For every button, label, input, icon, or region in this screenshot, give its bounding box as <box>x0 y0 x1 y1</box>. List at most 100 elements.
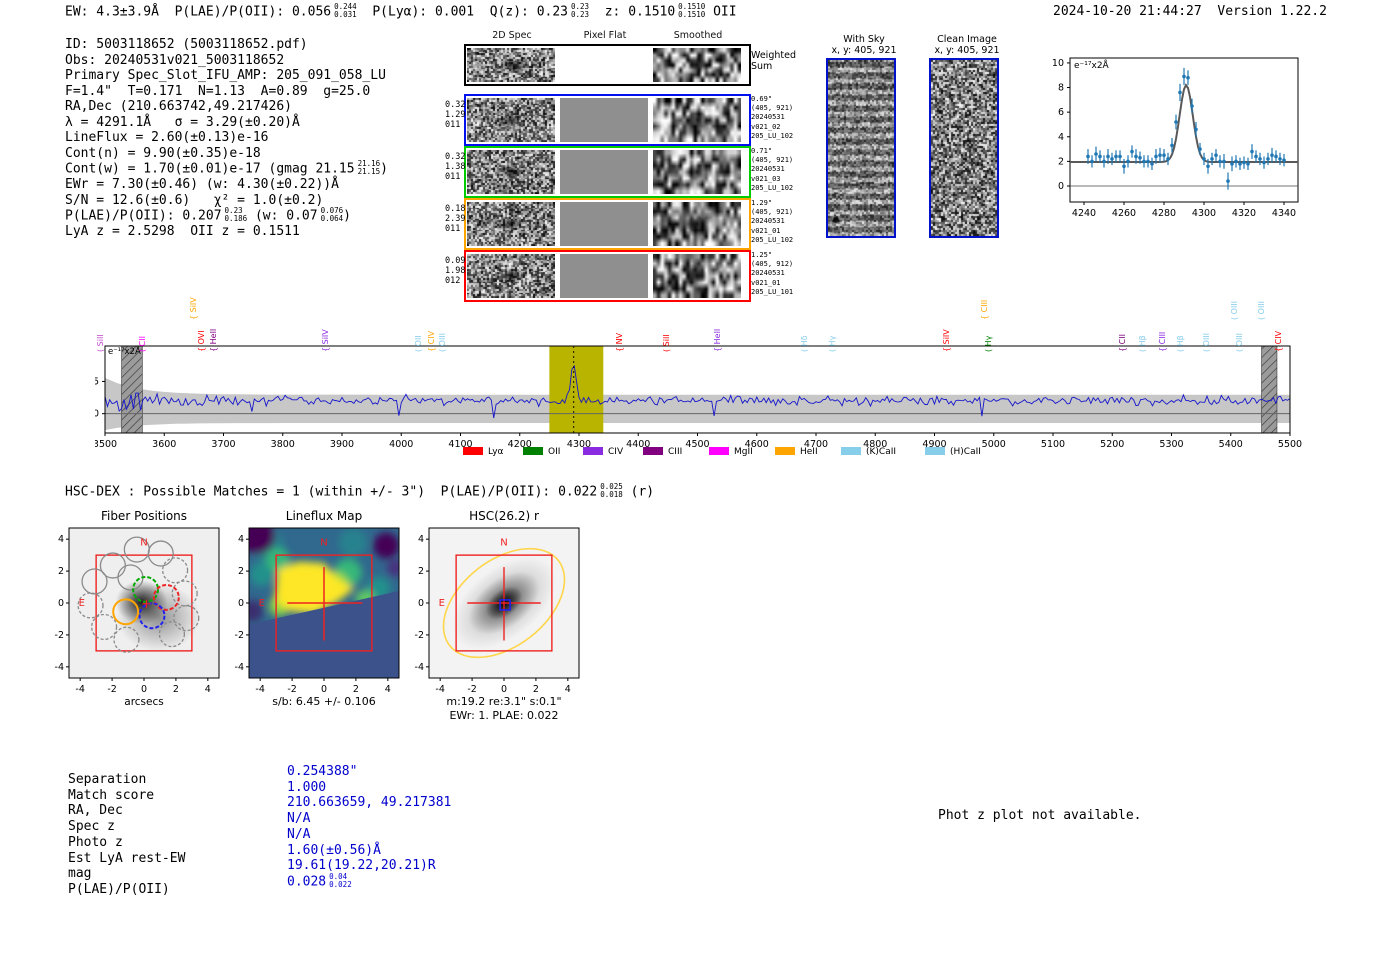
data-point <box>1182 74 1186 79</box>
emission-line-label: { SiIV <box>942 329 952 352</box>
legend-label: OII <box>548 447 560 457</box>
data-point <box>1234 159 1238 164</box>
data-point <box>1170 143 1174 148</box>
info-line-text: λ = 4291.1Å σ = 3.29(±0.20)Å <box>65 114 300 130</box>
y-tick-label: 4 <box>418 534 424 545</box>
match-table-label: Photo z <box>68 834 123 850</box>
fiber-weights: 0.32 1.38 011 <box>445 152 466 182</box>
info-line-text: (w: 0.07 <box>247 208 318 224</box>
y-tick-label: 10 <box>1052 58 1064 69</box>
x-tick-label: -2 <box>467 684 476 695</box>
data-point <box>1266 157 1270 161</box>
data-point <box>1086 154 1090 159</box>
fiber-weights: 0.32 1.29 011 <box>445 100 466 130</box>
y-tick-label: 4 <box>58 534 64 545</box>
y-tick-label: -4 <box>55 662 64 673</box>
data-point <box>1206 164 1210 169</box>
info-line-text: Cont(n) = 9.90(±0.35)e-18 <box>65 145 261 161</box>
match-table-label: Match score <box>68 787 155 803</box>
lineflux-caption: s/b: 6.45 +/- 0.106 <box>272 695 376 708</box>
x-tick-label: 0 <box>141 684 147 695</box>
legend-label: (H)CaII <box>950 447 981 457</box>
data-point <box>1166 157 1170 161</box>
clean-image-coords: x, y: 405, 921 <box>934 45 1000 56</box>
super-subscript-value: 21.16 21.15 <box>358 160 381 176</box>
error-band <box>105 377 1290 431</box>
y-tick-label: 2 <box>58 566 64 577</box>
data-point <box>1102 159 1106 164</box>
x-tick-label: 4000 <box>389 439 413 450</box>
viridis-patch <box>373 532 399 559</box>
emission-line-label: { CIII <box>980 299 990 320</box>
with-sky-coords: x, y: 405, 921 <box>831 45 897 56</box>
emission-line-label: ( Hδ <box>800 335 810 352</box>
legend-label: HeII <box>800 447 818 457</box>
emission-line-label: ( Hγ <box>827 335 837 352</box>
lineflux-map-svg: Lineflux Map -4 -4 -2 -2 0 0 2 2 4 4 N Es/b: 6.45 +/… <box>235 509 400 708</box>
masked-region <box>1261 345 1278 434</box>
legend-swatch <box>925 447 945 455</box>
data-point <box>1254 154 1258 159</box>
data-point <box>1126 159 1130 164</box>
y-tick-label: 0 <box>95 409 99 420</box>
emission-line-label: ( CII <box>138 336 148 352</box>
data-point <box>1178 90 1182 95</box>
info-line-text: S/N = 12.6(±0.6) χ² = 1.0(±0.2) <box>65 192 324 208</box>
match-table-value-text: 1.60(±0.56)Å <box>287 842 381 858</box>
legend-label: Lyα <box>488 447 504 457</box>
match-table-label: Est LyA rest-EW <box>68 850 186 866</box>
info-line-text: Primary Spec_Slot_IFU_AMP: 205_091_058_L… <box>65 68 386 83</box>
version-label: Version 1.22.2 <box>1217 4 1327 19</box>
y-tick-label: 0 <box>58 598 64 609</box>
y-tick-label: -2 <box>235 630 244 641</box>
x-tick-label: 5400 <box>1219 439 1243 450</box>
fiber-weights: 0.18 2.39 011 <box>445 204 466 234</box>
x-tick-label: 3500 <box>95 439 117 450</box>
match-table-value: 210.663659, 49.217381 <box>287 795 451 811</box>
legend-swatch <box>841 447 861 455</box>
header-summary-text: EW: 4.3±3.9Å P(LAE)/P(OII): 0.056 <box>65 4 332 20</box>
y-tick-label: 4 <box>1058 132 1064 143</box>
hsc-cutout-panel: HSC(26.2) r -4 -4 -2 -2 0 0 2 2 4 4 N Em:19.2 re:3.1… <box>413 508 591 738</box>
info-line: ID: 5003118652 (5003118652.pdf) <box>65 37 388 53</box>
x-tick-label: 5000 <box>982 439 1006 450</box>
fiber-id-text: 0.69" (405, 921) 20240531 v021_02 205_LU… <box>751 95 794 140</box>
x-tick-label: 2 <box>353 684 359 695</box>
info-line: P(LAE)/P(OII): 0.207 0.23 0.186 (w: 0.07 0.… <box>65 207 388 224</box>
legend-swatch <box>523 447 543 455</box>
info-line-text: RA,Dec (210.663742,49.217426) <box>65 99 292 114</box>
data-point <box>1226 179 1230 183</box>
data-point <box>1202 157 1206 161</box>
x-tick-label: 4 <box>205 684 211 695</box>
emission-line-label: { HeII <box>712 328 722 352</box>
emission-line-label: ( OIII <box>1229 300 1239 320</box>
emission-line-label: { CII <box>1117 334 1127 352</box>
fiber-id-text: 0.71" (405, 921) 20240531 v021_03 205_LU… <box>751 147 794 192</box>
super-subscript-value: 0.076 0.064 <box>321 207 344 223</box>
data-point <box>1214 153 1218 158</box>
data-point <box>1130 149 1134 154</box>
emission-line-label: ( OIII <box>438 332 448 352</box>
y-tick-label: 2 <box>418 566 424 577</box>
data-point <box>1110 157 1114 161</box>
x-tick-label: 5100 <box>1041 439 1065 450</box>
fiber-positions-panel: Fiber Positions -4 -4 -2 -2 0 0 2 2 4 4 N Earcsecs <box>53 508 231 738</box>
hsc-caption-2: EWr: 1. PLAE: 0.022 <box>449 709 558 722</box>
data-point <box>1098 154 1102 159</box>
spec2d-col-title-3: Smoothed <box>673 30 723 41</box>
x-tick-label: -2 <box>107 684 116 695</box>
x-tick-label: 0 <box>321 684 327 695</box>
detection-info-block: ID: 5003118652 (5003118652.pdf) Obs: 2024… <box>65 37 388 240</box>
with-sky-image <box>826 58 896 238</box>
super-subscript-value: 0.025 0.018 <box>600 483 623 499</box>
data-point <box>1154 154 1158 159</box>
east-label: E <box>439 598 445 609</box>
info-line: LyA z = 2.5298 OII z = 0.1511 <box>65 224 388 240</box>
data-point <box>1118 154 1122 159</box>
viridis-patch <box>386 558 399 577</box>
super-subscript-value: 0.04 0.022 <box>329 872 352 889</box>
x-tick-label: 4340 <box>1272 208 1296 219</box>
info-line-text: Obs: 20240531v021_5003118652 <box>65 52 285 68</box>
data-point <box>1238 162 1242 166</box>
y-tick-label: 5 <box>95 376 99 387</box>
